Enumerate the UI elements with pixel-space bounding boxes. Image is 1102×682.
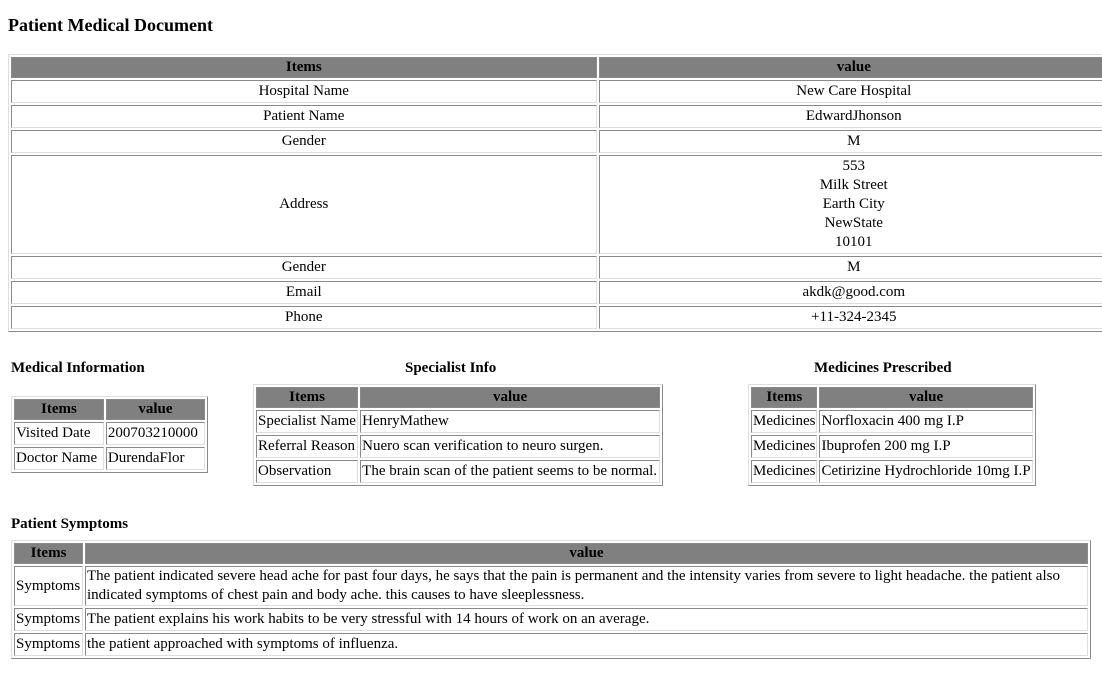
hospital-name-value: New Care Hospital [598,80,1102,103]
table-header-row: Items value [751,387,1033,408]
table-row: Symptoms The patient indicated severe he… [14,566,1088,606]
referral-reason-value: Nuero scan verification to neuro surgen. [360,435,660,458]
doctor-name-value: DurendaFlor [105,447,205,470]
gender-value: M [598,130,1102,153]
medicine-value: Cetirizine Hydrochloride 10mg I.P [819,460,1033,483]
column-header-value: value [360,387,660,408]
table-row: Gender M [11,256,1102,279]
row-label-medicines: Medicines [751,460,818,483]
column-header-value: value [598,57,1102,78]
table-row: Referral Reason Nuero scan verification … [256,435,660,458]
row-label-symptoms: Symptoms [14,566,83,606]
table-header-row: Items value [14,543,1088,564]
table-row: Specialist Name HenryMathew [256,410,660,433]
visited-date-value: 200703210000 [105,422,205,445]
medicines-prescribed-table: Items value Medicines Norfloxacin 400 mg… [748,384,1036,486]
column-header-value: value [105,399,205,420]
table-row: Email akdk@good.com [11,281,1102,304]
symptom-value: The patient explains his work habits to … [84,608,1088,631]
specialist-name-value: HenryMathew [360,410,660,433]
table-row: Symptoms The patient explains his work h… [14,608,1088,631]
row-label-gender: Gender [11,256,597,279]
row-label-phone: Phone [11,306,597,329]
address-line: 10101 [835,234,873,250]
table-row: Medicines Norfloxacin 400 mg I.P [751,410,1033,433]
row-label-symptoms: Symptoms [14,633,83,656]
column-header-items: Items [256,387,359,408]
table-header-row: Items value [14,399,205,420]
table-row: Symptoms the patient approached with sym… [14,633,1088,656]
gender-value: M [598,256,1102,279]
symptom-value: the patient approached with symptoms of … [84,633,1088,656]
row-label-visited-date: Visited Date [14,422,104,445]
column-header-items: Items [751,387,818,408]
symptom-value: The patient indicated severe head ache f… [84,566,1088,606]
specialist-info-heading: Specialist Info [405,360,497,376]
table-row: Hospital Name New Care Hospital [11,80,1102,103]
observation-value: The brain scan of the patient seems to b… [360,460,660,483]
table-row: Doctor Name DurendaFlor [14,447,205,470]
address-value: 553 Milk Street Earth City NewState 1010… [598,155,1102,254]
medical-information-table: Items value Visited Date 200703210000 Do… [11,396,208,473]
row-label-observation: Observation [256,460,359,483]
table-header-row: Items value [11,57,1102,78]
table-row: Address 553 Milk Street Earth City NewSt… [11,155,1102,254]
row-label-medicines: Medicines [751,435,818,458]
table-row: Observation The brain scan of the patien… [256,460,660,483]
column-header-items: Items [14,399,104,420]
patient-info-table: Items value Hospital Name New Care Hospi… [8,54,1102,332]
medicine-value: Norfloxacin 400 mg I.P [819,410,1033,433]
table-row: Phone +11-324-2345 [11,306,1102,329]
row-label-specialist-name: Specialist Name [256,410,359,433]
table-row: Medicines Cetirizine Hydrochloride 10mg … [751,460,1033,483]
page: Patient Medical Document Items value Hos… [0,0,1102,682]
phone-value: +11-324-2345 [598,306,1102,329]
row-label-referral-reason: Referral Reason [256,435,359,458]
table-row: Patient Name EdwardJhonson [11,105,1102,128]
row-label-gender: Gender [11,130,597,153]
address-line: Earth City [822,196,885,212]
patient-symptoms-heading: Patient Symptoms [11,516,129,532]
row-label-email: Email [11,281,597,304]
medicines-prescribed-heading: Medicines Prescribed [814,360,952,376]
row-label-patient-name: Patient Name [11,105,597,128]
specialist-info-table: Items value Specialist Name HenryMathew … [253,384,663,486]
table-row: Medicines Ibuprofen 200 mg I.P [751,435,1033,458]
column-header-value: value [819,387,1033,408]
patient-name-value: EdwardJhonson [598,105,1102,128]
page-title: Patient Medical Document [8,15,213,35]
table-row: Gender M [11,130,1102,153]
column-header-items: Items [11,57,597,78]
row-label-address: Address [11,155,597,254]
patient-symptoms-table: Items value Symptoms The patient indicat… [11,540,1091,659]
email-value: akdk@good.com [598,281,1102,304]
column-header-items: Items [14,543,83,564]
address-line: Milk Street [819,177,888,193]
row-label-doctor-name: Doctor Name [14,447,104,470]
row-label-medicines: Medicines [751,410,818,433]
medicine-value: Ibuprofen 200 mg I.P [819,435,1033,458]
column-header-value: value [84,543,1088,564]
address-line: NewState [824,215,883,231]
table-row: Visited Date 200703210000 [14,422,205,445]
row-label-hospital-name: Hospital Name [11,80,597,103]
address-line: 553 [842,158,866,174]
table-header-row: Items value [256,387,660,408]
row-label-symptoms: Symptoms [14,608,83,631]
medical-information-heading: Medical Information [11,360,145,376]
